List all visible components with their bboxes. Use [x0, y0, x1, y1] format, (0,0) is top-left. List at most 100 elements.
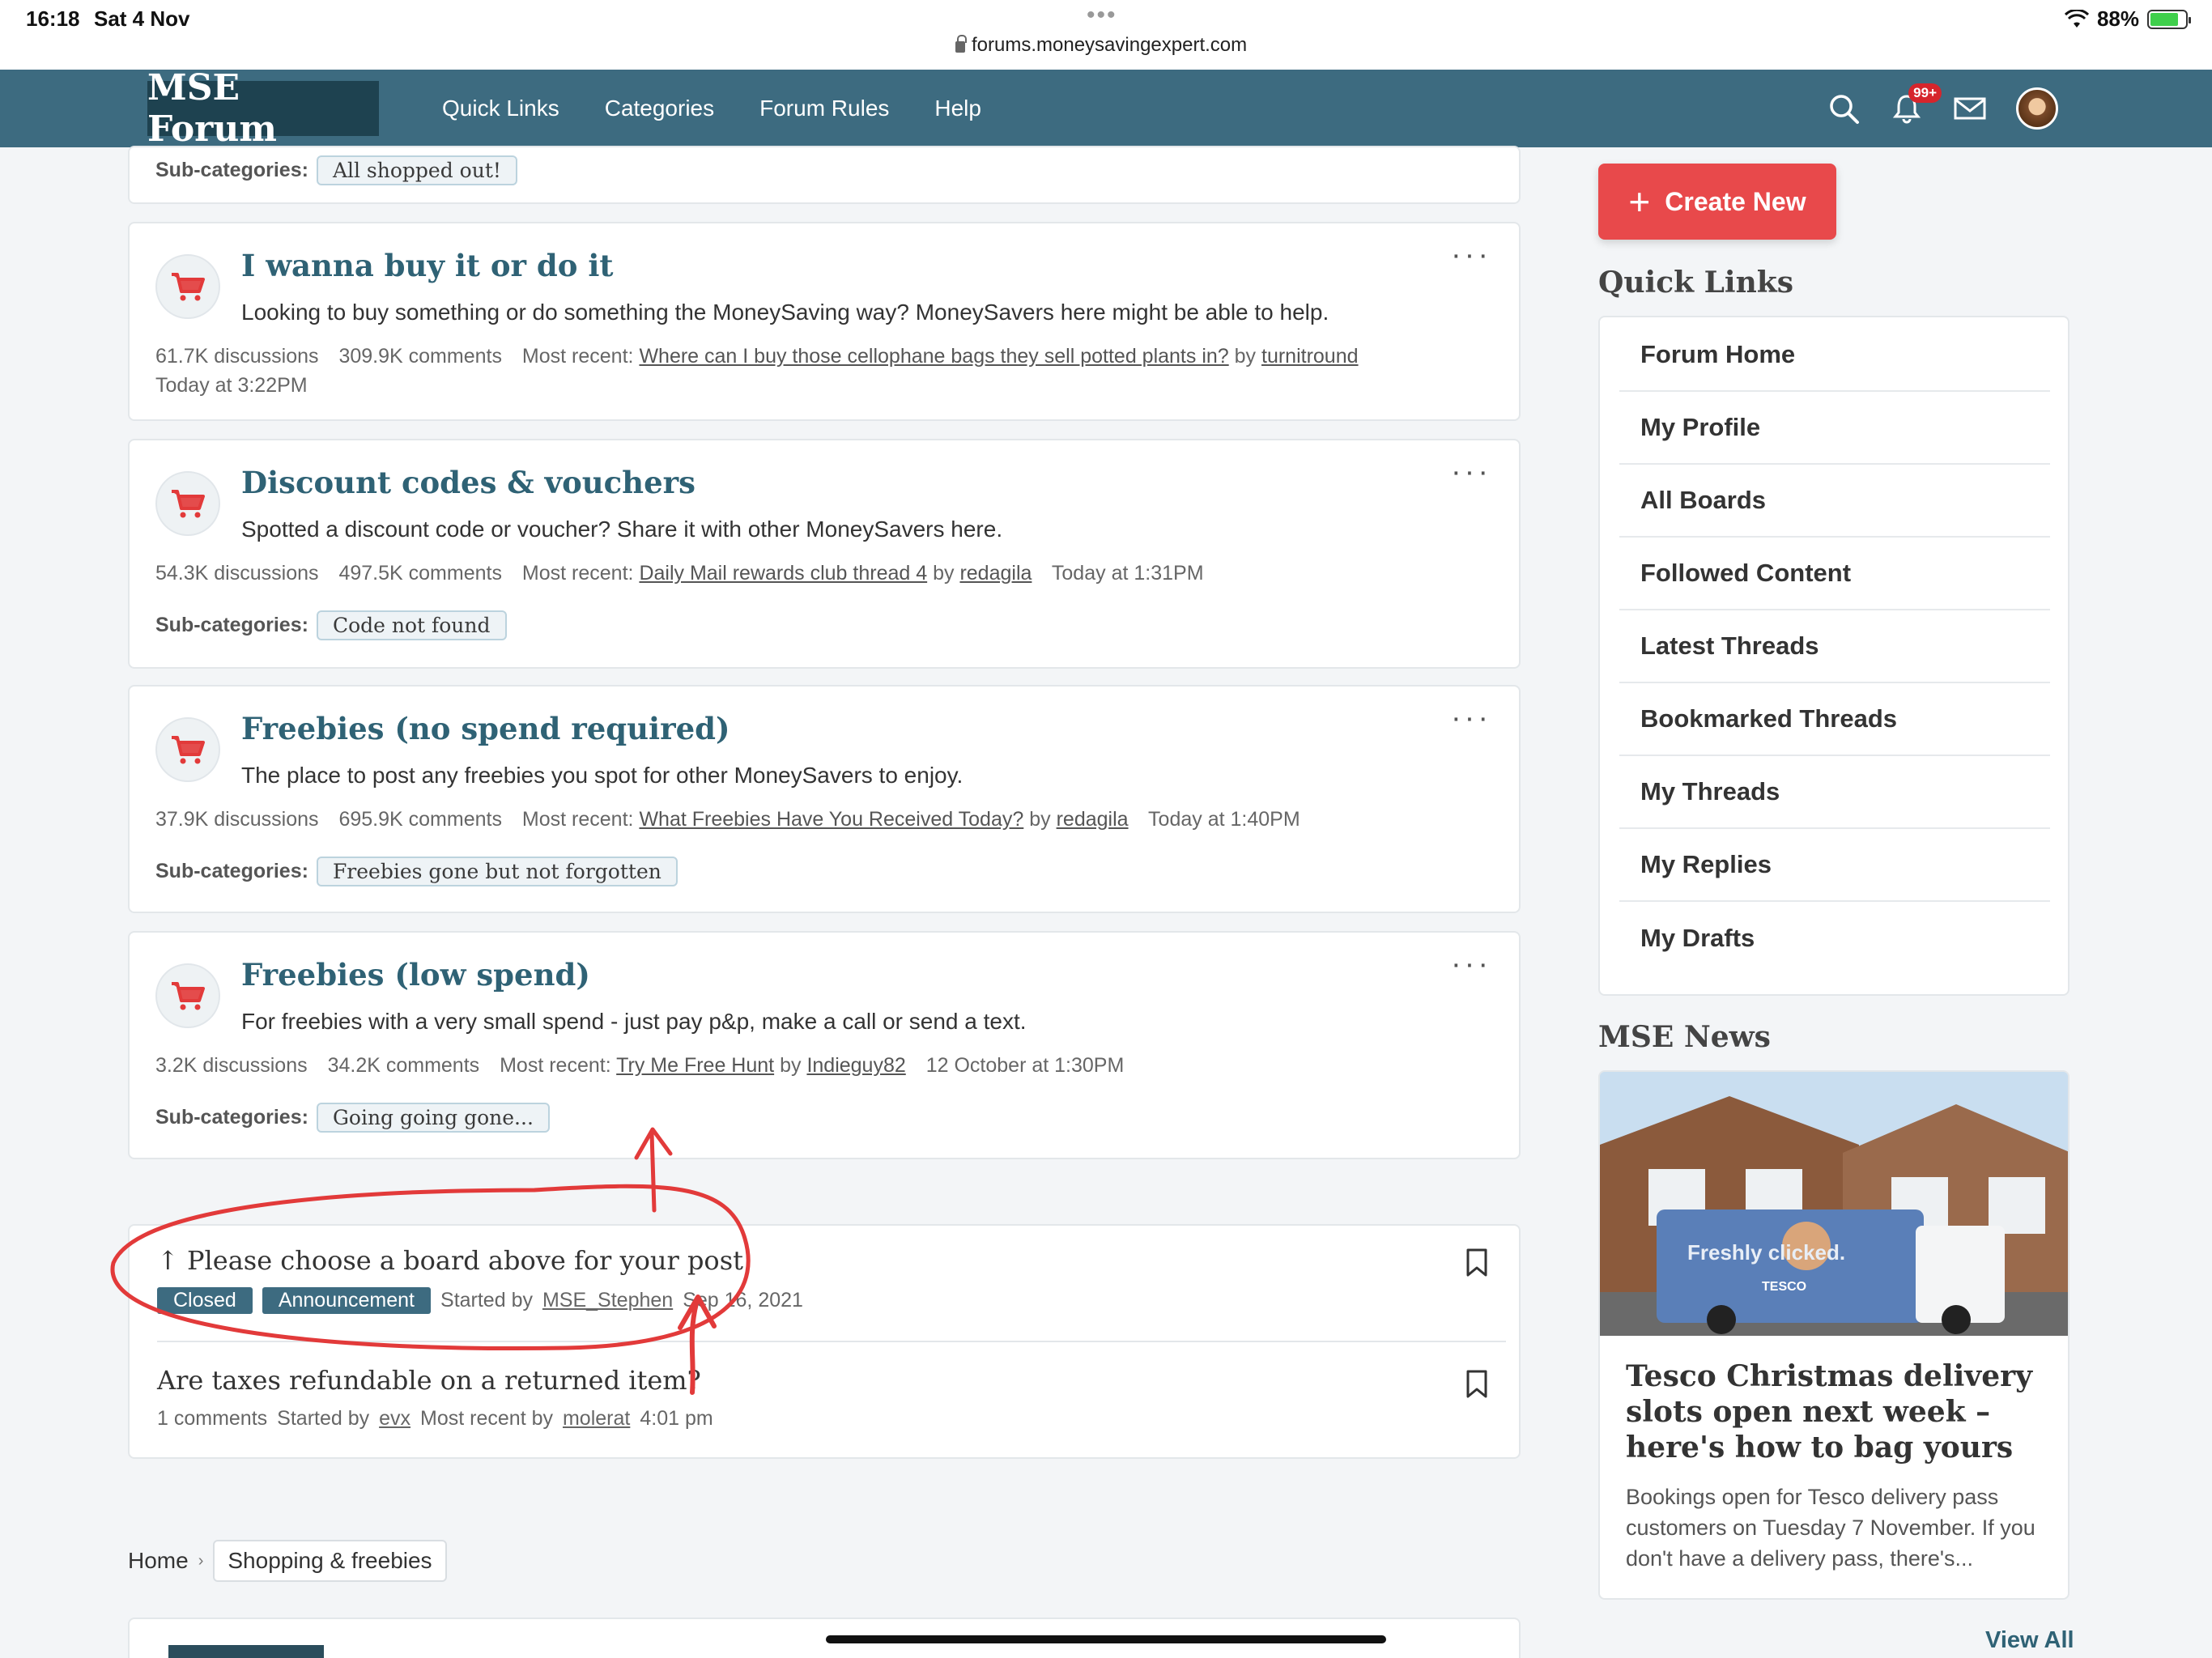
thread-item-announcement[interactable]: ↑ Please choose a board above for your p… — [157, 1245, 1501, 1314]
notification-badge: 99+ — [1908, 83, 1942, 103]
started-by-label: Started by — [440, 1289, 533, 1312]
logo[interactable]: MSE Forum — [147, 67, 379, 150]
thread-item[interactable]: Are taxes refundable on a returned item?… — [157, 1365, 1501, 1431]
more-options-icon[interactable]: ··· — [1451, 455, 1491, 490]
news-card[interactable]: Freshly clicked. TESCO Tesco Christmas d… — [1598, 1070, 2069, 1600]
quick-link-my-threads[interactable]: My Threads — [1619, 756, 2050, 829]
category-title[interactable]: Discount codes & vouchers — [241, 465, 696, 500]
category-meta: 54.3K discussions 497.5K comments Most r… — [155, 559, 1499, 588]
recent-user-link[interactable]: turnitround — [1261, 345, 1359, 368]
breadcrumb: Home › Shopping & freebies — [128, 1540, 447, 1582]
subcategory-chip[interactable]: Freebies gone but not forgotten — [316, 857, 678, 886]
author-link[interactable]: evx — [379, 1407, 410, 1431]
subcategory-chip[interactable]: Going going gone... — [316, 1103, 550, 1133]
subcategories-label: Sub-categories: — [155, 1106, 308, 1129]
cart-icon — [155, 963, 220, 1028]
started-by-label: Started by — [277, 1407, 370, 1430]
recent-user-link[interactable]: molerat — [563, 1407, 630, 1431]
news-image[interactable]: Freshly clicked. TESCO — [1600, 1072, 2068, 1336]
quick-link-followed-content[interactable]: Followed Content — [1619, 538, 2050, 610]
recent-thread-link[interactable]: Daily Mail rewards club thread 4 — [639, 562, 927, 585]
subcategories: Sub-categories: Freebies gone but not fo… — [155, 857, 678, 886]
most-recent-by-label: Most recent by — [420, 1407, 553, 1430]
quick-links-panel: Forum Home My Profile All Boards Followe… — [1598, 316, 2069, 996]
news-description: Bookings open for Tesco delivery pass cu… — [1626, 1485, 2035, 1571]
thread-title[interactable]: ↑ Please choose a board above for your p… — [157, 1245, 1501, 1276]
comments-count: 309.9K comments — [338, 345, 502, 368]
discussions-count: 61.7K discussions — [155, 345, 319, 368]
cart-icon — [155, 717, 220, 782]
more-options-icon[interactable]: ··· — [1451, 238, 1491, 273]
multitask-dots-icon[interactable]: ••• — [1087, 2, 1117, 29]
plus-icon: + — [1628, 181, 1651, 223]
quick-link-all-boards[interactable]: All Boards — [1619, 465, 2050, 538]
thread-title[interactable]: Are taxes refundable on a returned item? — [157, 1365, 1501, 1396]
quick-link-latest-threads[interactable]: Latest Threads — [1619, 610, 2050, 683]
category-card[interactable]: Freebies (low spend) For freebies with a… — [128, 931, 1521, 1159]
category-card[interactable]: I wanna buy it or do it Looking to buy s… — [128, 222, 1521, 421]
most-recent-label: Most recent: — [521, 808, 634, 831]
nav-quick-links[interactable]: Quick Links — [442, 96, 559, 121]
subcategories: Sub-categories: Going going gone... — [155, 1103, 550, 1133]
category-card[interactable]: Discount codes & vouchers Spotted a disc… — [128, 439, 1521, 669]
subcategories-label: Sub-categories: — [155, 159, 308, 181]
view-all-link[interactable]: View All — [1985, 1627, 2074, 1654]
category-card[interactable]: Freebies (no spend required) The place t… — [128, 685, 1521, 913]
home-indicator[interactable] — [826, 1635, 1386, 1643]
category-description: The place to post any freebies you spot … — [241, 763, 963, 788]
quick-link-forum-home[interactable]: Forum Home — [1619, 319, 2050, 392]
recent-user-link[interactable]: Indieguy82 — [806, 1054, 905, 1077]
cart-icon — [155, 254, 220, 319]
create-new-label: Create New — [1665, 186, 1806, 216]
by-label: by — [780, 1054, 802, 1077]
quick-link-my-profile[interactable]: My Profile — [1619, 392, 2050, 465]
search-icon[interactable] — [1827, 91, 1861, 125]
bookmark-icon[interactable] — [1465, 1248, 1488, 1278]
status-bar: 16:18 Sat 4 Nov ••• forums.moneysavingex… — [0, 0, 2212, 70]
recent-thread-link[interactable]: What Freebies Have You Received Today? — [639, 808, 1023, 831]
status-icons: 88% — [2064, 6, 2191, 32]
recent-time: Today at 3:22PM — [155, 374, 308, 397]
subcategories: Sub-categories: Code not found — [155, 610, 507, 640]
breadcrumb-home[interactable]: Home — [128, 1548, 189, 1574]
wifi-icon — [2064, 9, 2089, 28]
most-recent-label: Most recent: — [500, 1054, 611, 1077]
news-image-brand: TESCO — [1762, 1280, 1806, 1294]
mail-icon[interactable] — [1953, 91, 1987, 125]
nav-forum-rules[interactable]: Forum Rules — [759, 96, 889, 121]
bookmark-icon[interactable] — [1465, 1370, 1488, 1399]
quick-link-my-replies[interactable]: My Replies — [1619, 829, 2050, 902]
category-title[interactable]: Freebies (low spend) — [241, 957, 590, 993]
author-link[interactable]: MSE_Stephen — [542, 1289, 673, 1312]
subcategory-chip[interactable]: Code not found — [316, 610, 507, 640]
category-meta: 61.7K discussions 309.9K comments Most r… — [155, 342, 1499, 400]
recent-user-link[interactable]: redagila — [1057, 808, 1129, 831]
notifications-button[interactable]: 99+ — [1890, 83, 1942, 125]
category-title[interactable]: I wanna buy it or do it — [241, 248, 613, 283]
most-recent-label: Most recent: — [521, 345, 634, 368]
category-title[interactable]: Freebies (no spend required) — [241, 711, 730, 746]
breadcrumb-current[interactable]: Shopping & freebies — [213, 1540, 447, 1582]
recent-user-link[interactable]: redagila — [959, 562, 1032, 585]
announcement-tag: Announcement — [262, 1287, 432, 1314]
by-label: by — [1234, 345, 1257, 368]
quick-link-bookmarked-threads[interactable]: Bookmarked Threads — [1619, 683, 2050, 756]
subcategory-chip[interactable]: All shopped out! — [316, 155, 517, 185]
discussions-count: 37.9K discussions — [155, 808, 319, 831]
more-options-icon[interactable]: ··· — [1451, 701, 1491, 736]
recent-thread-link[interactable]: Try Me Free Hunt — [616, 1054, 774, 1077]
recent-time: Today at 1:31PM — [1051, 562, 1204, 585]
nav-categories[interactable]: Categories — [605, 96, 714, 121]
thread-meta: 1 comments Started by evx Most recent by… — [157, 1407, 1501, 1431]
nav-help[interactable]: Help — [934, 96, 981, 121]
quick-link-my-drafts[interactable]: My Drafts — [1619, 902, 2050, 975]
by-label: by — [1029, 808, 1051, 831]
create-new-button[interactable]: + Create New — [1598, 164, 1836, 240]
address-bar[interactable]: forums.moneysavingexpert.com — [955, 34, 1247, 57]
news-title[interactable]: Tesco Christmas delivery slots open next… — [1626, 1358, 2047, 1465]
category-description: Spotted a discount code or voucher? Shar… — [241, 517, 1003, 542]
quick-links-heading: Quick Links — [1598, 266, 1793, 300]
avatar[interactable] — [2016, 87, 2058, 130]
more-options-icon[interactable]: ··· — [1451, 947, 1491, 982]
recent-thread-link[interactable]: Where can I buy those cellophane bags th… — [639, 345, 1228, 368]
